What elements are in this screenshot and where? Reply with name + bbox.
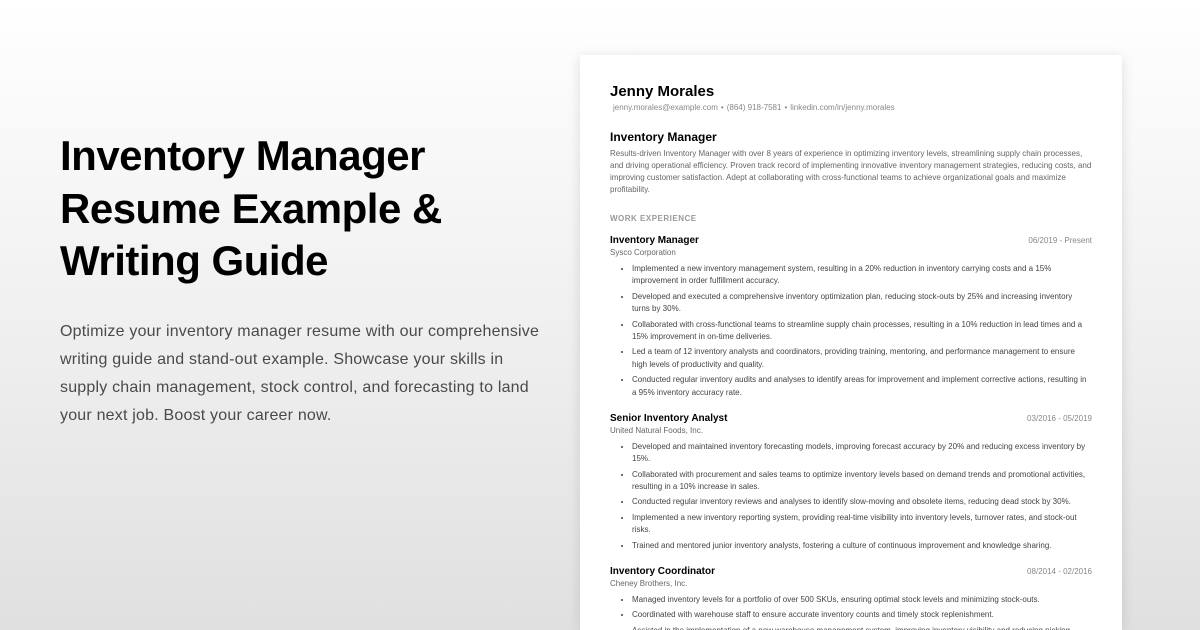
job-company: Cheney Brothers, Inc. bbox=[610, 579, 1092, 588]
job-bullet: Coordinated with warehouse staff to ensu… bbox=[632, 609, 1092, 621]
job-bullet: Assisted in the implementation of a new … bbox=[632, 625, 1092, 630]
job-title: Senior Inventory Analyst bbox=[610, 413, 727, 424]
jobs-container: Inventory Manager 06/2019 - Present Sysco … bbox=[610, 235, 1092, 630]
job-bullets: Managed inventory levels for a portfolio… bbox=[610, 594, 1092, 630]
job-bullet: Managed inventory levels for a portfolio… bbox=[632, 594, 1092, 606]
job-header: Inventory Manager 06/2019 - Present bbox=[610, 235, 1092, 246]
resume-name: Jenny Morales bbox=[610, 83, 1092, 100]
page-description: Optimize your inventory manager resume w… bbox=[60, 318, 540, 430]
resume-card: Jenny Morales jenny.morales@example.com•… bbox=[580, 55, 1122, 630]
job-bullet: Collaborated with cross-functional teams… bbox=[632, 319, 1092, 344]
job-title: Inventory Coordinator bbox=[610, 566, 715, 577]
job-company: Sysco Corporation bbox=[610, 248, 1092, 257]
resume-summary: Results-driven Inventory Manager with ov… bbox=[610, 148, 1092, 196]
section-header-work: WORK EXPERIENCE bbox=[610, 214, 1092, 223]
resume-headline: Inventory Manager bbox=[610, 130, 1092, 144]
job-header: Senior Inventory Analyst 03/2016 - 05/201… bbox=[610, 413, 1092, 424]
job-bullets: Developed and maintained inventory forec… bbox=[610, 441, 1092, 552]
job-dates: 03/2016 - 05/2019 bbox=[1027, 414, 1092, 423]
job-entry: Inventory Manager 06/2019 - Present Sysco … bbox=[610, 235, 1092, 399]
job-entry: Senior Inventory Analyst 03/2016 - 05/201… bbox=[610, 413, 1092, 552]
job-bullet: Conducted regular inventory reviews and … bbox=[632, 496, 1092, 508]
job-dates: 06/2019 - Present bbox=[1028, 236, 1092, 245]
job-bullet: Conducted regular inventory audits and a… bbox=[632, 374, 1092, 399]
job-bullet: Led a team of 12 inventory analysts and … bbox=[632, 346, 1092, 371]
resume-contact: jenny.morales@example.com•(864) 918-7581… bbox=[610, 103, 1092, 112]
job-company: United Natural Foods, Inc. bbox=[610, 426, 1092, 435]
job-bullet: Trained and mentored junior inventory an… bbox=[632, 540, 1092, 552]
job-bullet: Developed and maintained inventory forec… bbox=[632, 441, 1092, 466]
job-title: Inventory Manager bbox=[610, 235, 699, 246]
job-dates: 08/2014 - 02/2016 bbox=[1027, 567, 1092, 576]
job-entry: Inventory Coordinator 08/2014 - 02/2016 Ch… bbox=[610, 566, 1092, 630]
job-bullet: Collaborated with procurement and sales … bbox=[632, 469, 1092, 494]
resume-email: jenny.morales@example.com bbox=[613, 103, 718, 112]
job-bullets: Implemented a new inventory management s… bbox=[610, 263, 1092, 399]
right-panel: Jenny Morales jenny.morales@example.com•… bbox=[580, 0, 1200, 630]
job-header: Inventory Coordinator 08/2014 - 02/2016 bbox=[610, 566, 1092, 577]
page-title: Inventory Manager Resume Example & Writi… bbox=[60, 130, 540, 288]
left-panel: Inventory Manager Resume Example & Writi… bbox=[0, 0, 580, 630]
resume-linkedin: linkedin.com/in/jenny.morales bbox=[790, 103, 894, 112]
resume-phone: (864) 918-7581 bbox=[727, 103, 782, 112]
job-bullet: Implemented a new inventory management s… bbox=[632, 263, 1092, 288]
job-bullet: Implemented a new inventory reporting sy… bbox=[632, 512, 1092, 537]
job-bullet: Developed and executed a comprehensive i… bbox=[632, 291, 1092, 316]
